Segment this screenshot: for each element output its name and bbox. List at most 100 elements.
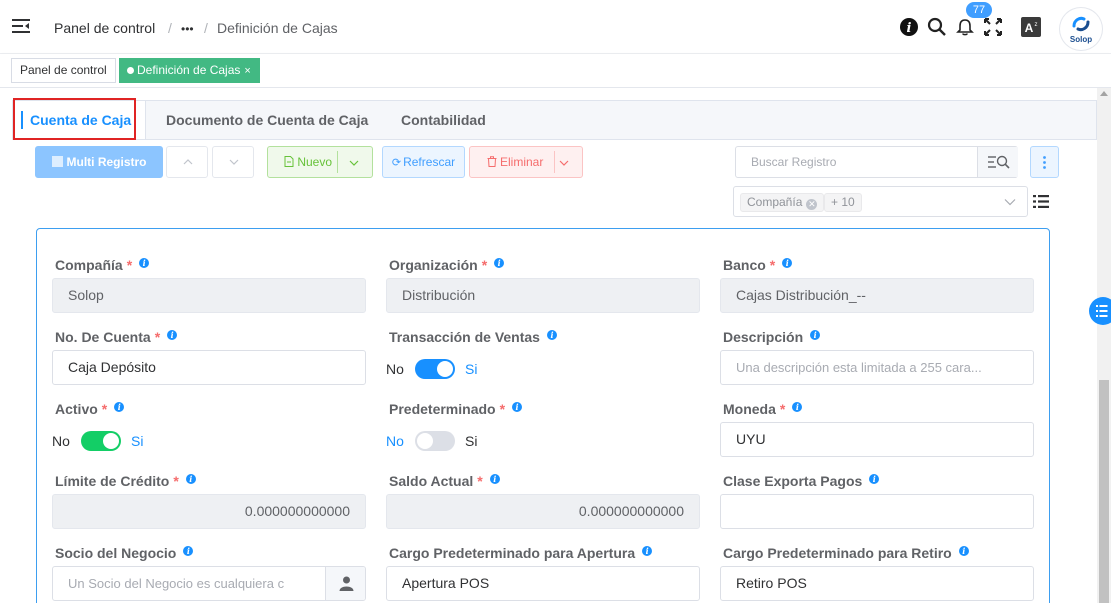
- search-input[interactable]: [736, 147, 976, 177]
- document-icon: [284, 156, 294, 167]
- refresh-icon: ⟳: [391, 157, 402, 169]
- chevron-down-icon[interactable]: [349, 159, 359, 167]
- button-divider: [554, 151, 555, 173]
- clase-label: Clase Exporta Pagos i: [723, 473, 880, 489]
- delete-button[interactable]: Eliminar: [469, 146, 583, 178]
- info-icon[interactable]: i: [185, 474, 196, 484]
- breadcrumb-current: Definición de Cajas: [217, 20, 338, 36]
- next-record-button[interactable]: [212, 146, 254, 178]
- predeterminado-off-label: No: [386, 433, 404, 449]
- info-icon[interactable]: i: [810, 330, 821, 340]
- predeterminado-switch[interactable]: [415, 431, 455, 451]
- banco-field[interactable]: Cajas Distribución_--: [720, 278, 1034, 313]
- info-icon[interactable]: i: [489, 474, 500, 484]
- organizacion-field[interactable]: Distribución: [386, 278, 700, 313]
- filter-tag-more: + 10: [824, 193, 862, 212]
- svg-text:A: A: [1025, 21, 1034, 35]
- organizacion-label: Organización * i: [389, 257, 505, 273]
- socio-label: Socio del Negocio i: [55, 545, 194, 561]
- breadcrumb-separator: /: [204, 20, 208, 36]
- info-icon[interactable]: i: [782, 258, 793, 268]
- activo-off-label: No: [52, 433, 70, 449]
- info-icon[interactable]: i: [642, 546, 653, 556]
- active-dot-icon: [127, 67, 134, 74]
- search-button[interactable]: [977, 147, 1018, 177]
- info-icon[interactable]: i: [792, 402, 803, 412]
- saldo-field[interactable]: 0.000000000000: [386, 494, 700, 529]
- search-icon[interactable]: [927, 17, 947, 37]
- language-icon[interactable]: A z: [1021, 17, 1041, 37]
- avatar-label: Solop: [1069, 35, 1093, 44]
- info-icon[interactable]: i: [899, 17, 919, 37]
- breadcrumb-separator: /: [168, 20, 172, 36]
- info-icon[interactable]: i: [139, 258, 150, 268]
- refresh-label: Refrescar: [403, 155, 456, 169]
- user-search-button[interactable]: [325, 567, 365, 600]
- descripcion-label: Descripción i: [723, 329, 821, 345]
- predeterminado-on-label: Si: [465, 433, 478, 449]
- scrollbar-thumb[interactable]: [1099, 380, 1109, 603]
- more-options-button[interactable]: [1030, 146, 1059, 178]
- menu-fold-icon[interactable]: [12, 18, 30, 34]
- vertical-scrollbar[interactable]: [1097, 88, 1111, 603]
- chevron-down-icon: [1004, 199, 1016, 206]
- switch-knob: [417, 433, 433, 449]
- tags-view: Panel de control Definición de Cajas ×: [0, 54, 1111, 88]
- chevron-down-icon[interactable]: [559, 159, 569, 167]
- info-icon[interactable]: i: [546, 330, 557, 340]
- activo-switch[interactable]: [81, 431, 121, 451]
- socio-field[interactable]: Un Socio del Negocio es cualquiera c: [52, 566, 366, 601]
- breadcrumb-more[interactable]: •••: [181, 22, 194, 36]
- saldo-label: Saldo Actual * i: [389, 473, 500, 489]
- bell-icon[interactable]: [955, 17, 975, 37]
- svg-text:z: z: [1035, 22, 1038, 28]
- apertura-field[interactable]: Apertura POS: [386, 566, 700, 601]
- search-box: [735, 146, 1018, 178]
- tab-documento-de-cuenta-de-caja[interactable]: Documento de Cuenta de Caja: [166, 101, 368, 139]
- limite-field[interactable]: 0.000000000000: [52, 494, 366, 529]
- button-divider: [337, 151, 338, 173]
- new-record-button[interactable]: Nuevo: [267, 146, 373, 178]
- transaccion-switch[interactable]: [415, 359, 455, 379]
- list-icon: [1096, 305, 1108, 317]
- info-icon[interactable]: i: [167, 330, 178, 340]
- multi-record-label: Multi Registro: [66, 155, 147, 169]
- svg-text:i: i: [907, 21, 912, 36]
- multi-record-button[interactable]: Multi Registro: [35, 146, 163, 178]
- breadcrumb-home[interactable]: Panel de control: [54, 20, 155, 36]
- user-icon: [339, 576, 354, 591]
- info-icon[interactable]: i: [183, 546, 194, 556]
- info-icon[interactable]: i: [869, 474, 880, 484]
- descripcion-field[interactable]: Una descripción esta limitada a 255 cara…: [720, 350, 1034, 385]
- close-icon[interactable]: ×: [244, 65, 250, 77]
- list-icon[interactable]: [1033, 194, 1049, 209]
- retiro-field[interactable]: Retiro POS: [720, 566, 1034, 601]
- info-icon[interactable]: i: [958, 546, 969, 556]
- previous-record-button[interactable]: [166, 146, 208, 178]
- banco-label: Banco * i: [723, 257, 793, 273]
- refresh-button[interactable]: ⟳ Refrescar: [382, 146, 465, 178]
- moneda-field[interactable]: UYU: [720, 422, 1034, 457]
- scroll-up-arrow-icon[interactable]: [1100, 91, 1108, 96]
- fullscreen-icon[interactable]: [983, 17, 1003, 37]
- side-panel-toggle[interactable]: [1089, 297, 1111, 325]
- switch-knob: [103, 433, 119, 449]
- activo-on-label: Si: [131, 433, 144, 449]
- tab-highlight-box: [13, 98, 136, 140]
- close-icon[interactable]: ✕: [806, 199, 818, 210]
- cuenta-field[interactable]: Caja Depósito: [52, 350, 366, 385]
- tag-definicion-de-cajas[interactable]: Definición de Cajas ×: [119, 58, 260, 83]
- delete-label: Eliminar: [500, 155, 544, 169]
- avatar[interactable]: Solop: [1060, 8, 1102, 50]
- info-icon[interactable]: i: [512, 402, 523, 412]
- limite-label: Límite de Crédito * i: [55, 473, 196, 489]
- clase-field[interactable]: [720, 494, 1034, 529]
- info-icon[interactable]: i: [114, 402, 125, 412]
- more-vertical-icon: [1043, 156, 1046, 169]
- tag-panel-de-control[interactable]: Panel de control: [11, 58, 116, 83]
- tab-contabilidad[interactable]: Contabilidad: [401, 101, 486, 139]
- info-icon[interactable]: i: [494, 258, 505, 268]
- compania-field[interactable]: Solop: [52, 278, 366, 313]
- field-filter-select[interactable]: Compañía ✕ + 10: [733, 186, 1028, 217]
- activo-label: Activo * i: [55, 401, 125, 417]
